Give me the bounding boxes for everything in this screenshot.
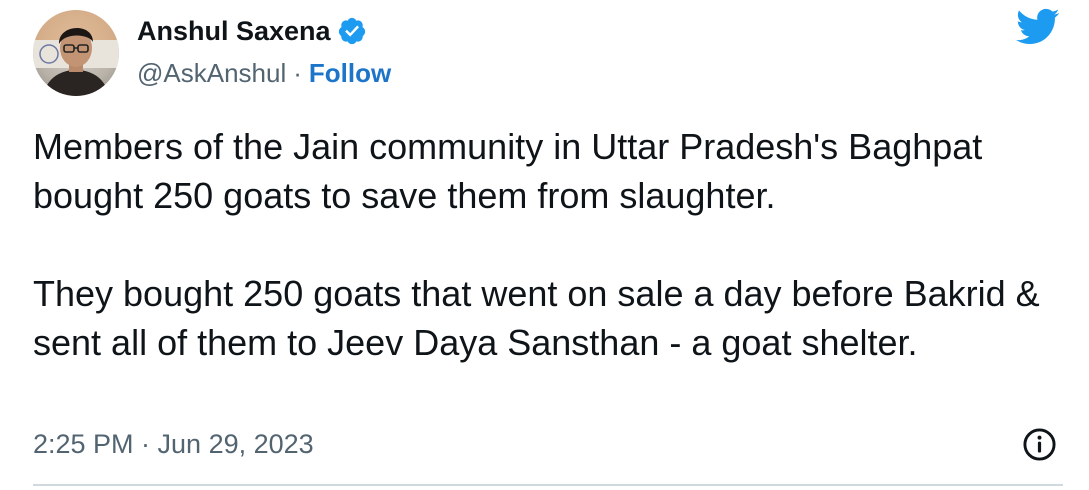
verified-badge-icon [337, 16, 367, 46]
profile-photo-icon [33, 10, 119, 96]
tweet-timestamp[interactable]: 2:25 PM · Jun 29, 2023 [33, 425, 314, 463]
follow-button[interactable]: Follow [309, 56, 391, 90]
author-handle-row: @AskAnshul · Follow [137, 56, 391, 90]
author-handle[interactable]: @AskAnshul [137, 56, 286, 90]
divider [33, 484, 1063, 486]
tweet-card: Anshul Saxena @AskAnshul · Follow Member… [0, 0, 1089, 490]
info-icon[interactable] [1022, 427, 1057, 462]
avatar[interactable] [33, 10, 119, 96]
tweet-paragraph: Members of the Jain community in Uttar P… [33, 126, 983, 216]
twitter-bird-icon[interactable] [1016, 8, 1060, 46]
separator-dot: · [293, 58, 302, 88]
tweet-text: Members of the Jain community in Uttar P… [33, 122, 1063, 367]
tweet-paragraph: They bought 250 goats that went on sale … [33, 273, 1040, 363]
author-display-name[interactable]: Anshul Saxena [137, 14, 331, 48]
author-name-row: Anshul Saxena [137, 14, 367, 48]
